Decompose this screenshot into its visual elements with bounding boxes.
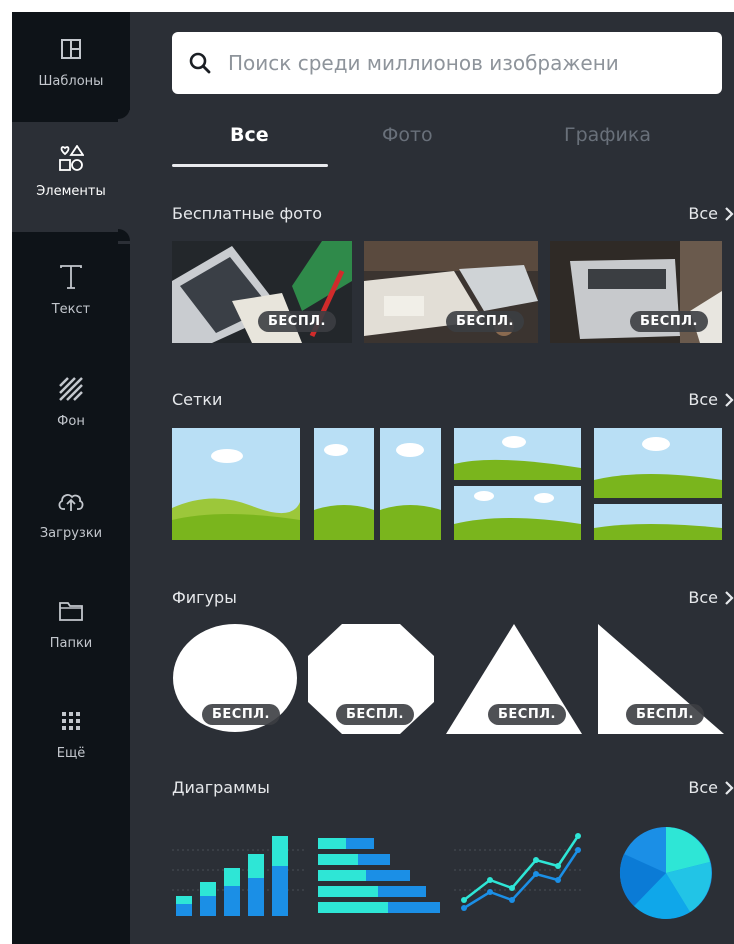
app-window: Шаблоны Элементы Текст Фон Загрузки Папк… xyxy=(12,12,734,944)
sidebar-item-label: Папки xyxy=(49,636,93,651)
right-triangle-shape[interactable]: БЕСПЛ. xyxy=(596,624,724,734)
background-icon xyxy=(12,370,130,408)
sidebar-item-label: Ещё xyxy=(56,746,86,761)
section-header-grids: Сетки Все xyxy=(172,390,734,414)
section-title: Фигуры xyxy=(172,588,237,607)
free-badge: БЕСПЛ. xyxy=(630,311,708,332)
more-icon xyxy=(12,702,130,740)
free-badge: БЕСПЛ. xyxy=(336,704,414,725)
templates-icon xyxy=(12,30,130,68)
grid-layout-thumbnail[interactable] xyxy=(594,428,722,540)
pie-chart-thumbnail[interactable] xyxy=(604,826,726,920)
sidebar-item-label: Элементы xyxy=(36,184,106,199)
free-badge: БЕСПЛ. xyxy=(258,311,336,332)
sidebar-item-folders[interactable]: Папки xyxy=(12,574,130,684)
chevron-right-icon[interactable] xyxy=(724,780,734,800)
section-title: Сетки xyxy=(172,390,223,409)
section-title: Бесплатные фото xyxy=(172,204,323,223)
search-input[interactable] xyxy=(228,51,708,75)
circle-shape[interactable]: БЕСПЛ. xyxy=(172,624,302,734)
tab-all[interactable]: Все xyxy=(230,124,269,146)
chevron-right-icon[interactable] xyxy=(724,392,734,412)
elements-icon xyxy=(12,140,130,178)
sidebar-item-label: Загрузки xyxy=(39,526,103,541)
sidebar-item-label: Фон xyxy=(57,414,85,429)
line-chart-thumbnail[interactable] xyxy=(454,830,584,916)
sidebar-item-more[interactable]: Ещё xyxy=(12,684,130,794)
photo-thumbnail[interactable]: БЕСПЛ. xyxy=(364,241,538,343)
horizontal-bar-chart-thumbnail[interactable] xyxy=(314,830,444,916)
sidebar-item-background[interactable]: Фон xyxy=(12,352,130,462)
free-badge: БЕСПЛ. xyxy=(202,704,280,725)
grid-layout-thumbnail[interactable] xyxy=(172,428,300,540)
search-box[interactable] xyxy=(172,32,722,94)
search-icon xyxy=(172,52,228,74)
photo-thumbnail[interactable]: БЕСПЛ. xyxy=(550,241,722,343)
free-badge: БЕСПЛ. xyxy=(626,704,704,725)
text-icon xyxy=(12,258,130,296)
sidebar-item-uploads[interactable]: Загрузки xyxy=(12,464,130,574)
grid-layout-thumbnail[interactable] xyxy=(454,428,581,540)
sidebar-item-label: Шаблоны xyxy=(38,74,104,89)
tab-graphics[interactable]: Графика xyxy=(564,124,651,146)
sidebar-item-templates[interactable]: Шаблоны xyxy=(12,12,130,122)
sidebar: Шаблоны Элементы Текст Фон Загрузки Папк… xyxy=(12,12,130,944)
chevron-right-icon[interactable] xyxy=(724,590,734,610)
free-badge: БЕСПЛ. xyxy=(488,704,566,725)
sidebar-item-elements[interactable]: Элементы xyxy=(12,110,130,244)
tab-photos[interactable]: Фото xyxy=(382,124,433,146)
elements-panel: Все Фото Графика Бесплатные фото Все БЕС… xyxy=(130,12,734,944)
folder-icon xyxy=(12,592,130,630)
sidebar-item-label: Текст xyxy=(51,302,91,317)
section-header-charts: Диаграммы Все xyxy=(172,778,734,802)
triangle-shape[interactable]: БЕСПЛ. xyxy=(444,624,584,734)
grid-layout-thumbnail[interactable] xyxy=(314,428,441,540)
bar-chart-thumbnail[interactable] xyxy=(172,830,304,916)
chevron-right-icon[interactable] xyxy=(724,206,734,226)
see-all-link[interactable]: Все xyxy=(688,390,718,409)
see-all-link[interactable]: Все xyxy=(688,204,718,223)
sidebar-item-text[interactable]: Текст xyxy=(12,240,130,350)
section-title: Диаграммы xyxy=(172,778,270,797)
section-header-shapes: Фигуры Все xyxy=(172,588,734,612)
active-tab-indicator xyxy=(172,164,328,167)
see-all-link[interactable]: Все xyxy=(688,778,718,797)
see-all-link[interactable]: Все xyxy=(688,588,718,607)
free-badge: БЕСПЛ. xyxy=(446,311,524,332)
upload-icon xyxy=(12,482,130,520)
section-header-photos: Бесплатные фото Все xyxy=(172,204,734,228)
octagon-shape[interactable]: БЕСПЛ. xyxy=(306,624,436,734)
photo-thumbnail[interactable]: БЕСПЛ. xyxy=(172,241,352,343)
